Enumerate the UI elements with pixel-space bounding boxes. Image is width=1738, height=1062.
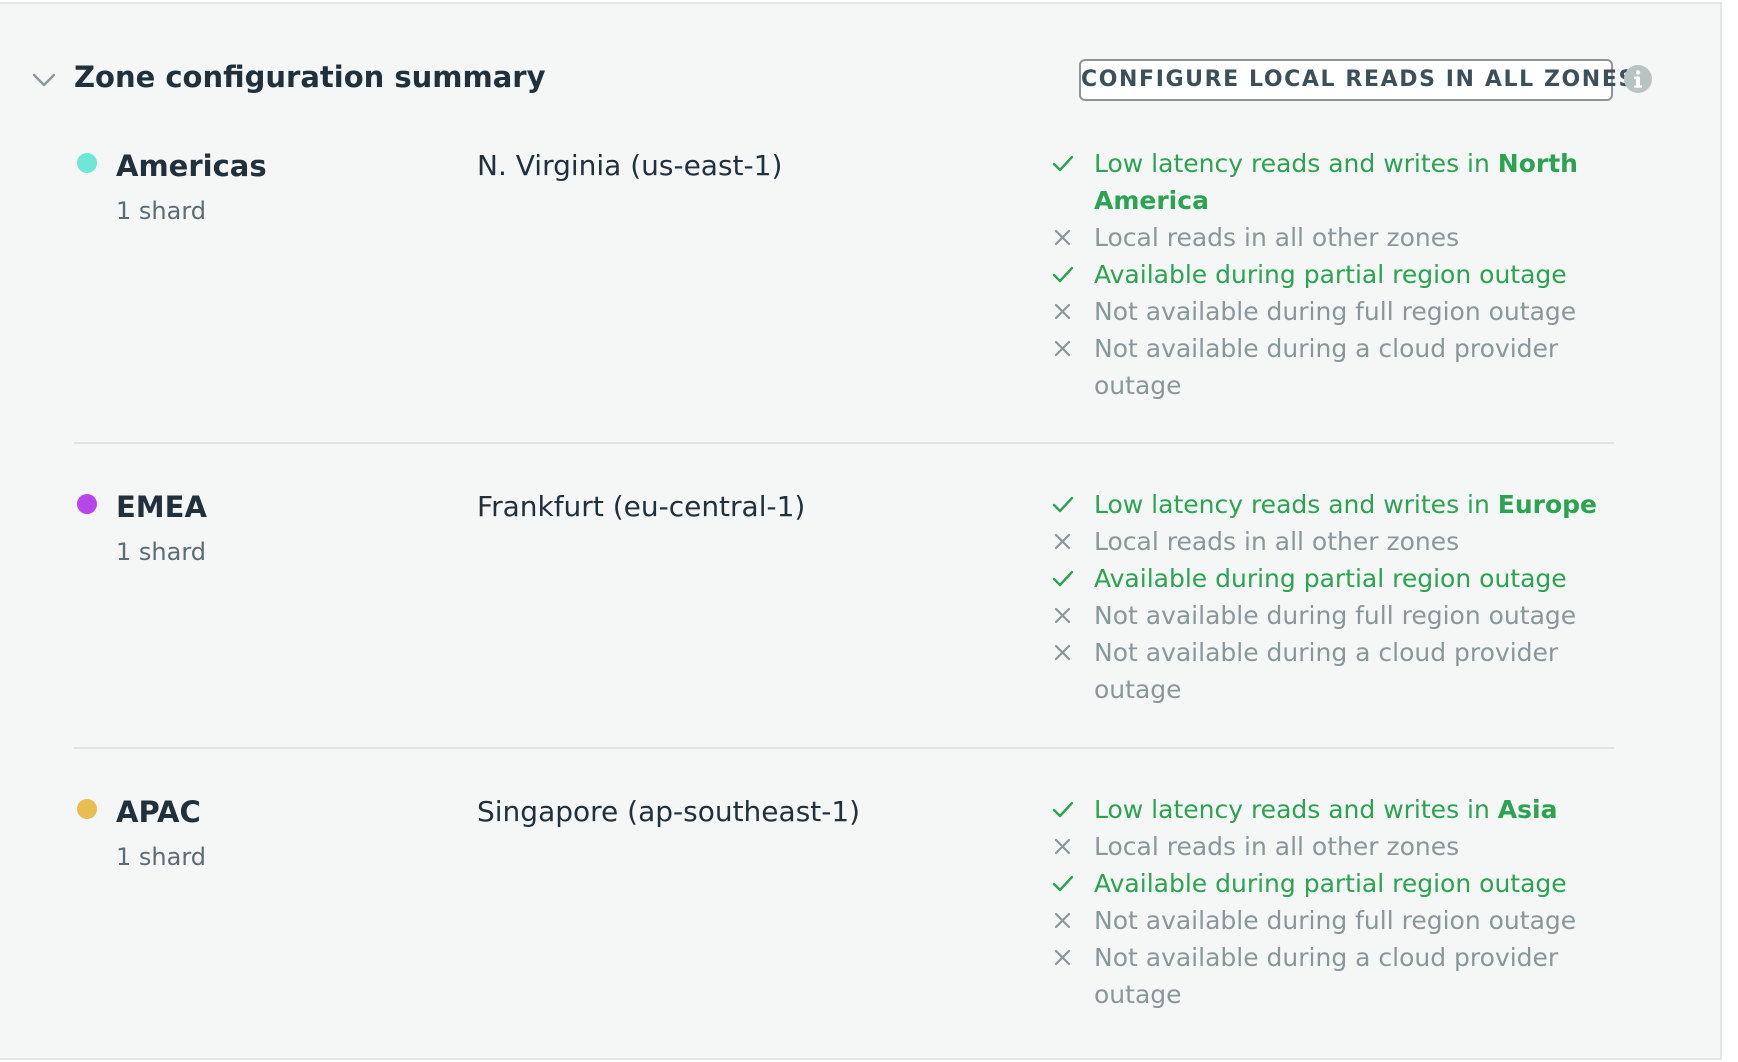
zone-name: APAC — [116, 795, 201, 829]
feature-item: Low latency reads and writes in Asia — [1050, 791, 1610, 828]
x-icon — [1054, 340, 1071, 357]
zone-summary-panel: Zone configuration summary CONFIGURE LOC… — [0, 2, 1722, 1060]
feature-text: Not available during a cloud provider ou… — [1094, 943, 1559, 1009]
zone-feature-list: Low latency reads and writes in Asia Loca… — [1050, 791, 1610, 1013]
x-icon — [1054, 533, 1071, 550]
chevron-down-icon[interactable] — [30, 66, 58, 94]
check-icon — [1052, 801, 1074, 818]
zone-region: Frankfurt (eu-central-1) — [477, 490, 806, 523]
feature-text: Not available during a cloud provider ou… — [1094, 334, 1559, 400]
feature-item: Not available during full region outage — [1050, 902, 1610, 939]
configure-local-reads-button[interactable]: CONFIGURE LOCAL READS IN ALL ZONES — [1079, 59, 1634, 101]
x-icon — [1054, 912, 1071, 929]
zone-feature-list: Low latency reads and writes in Europe Lo… — [1050, 486, 1610, 708]
feature-text: Available during partial region outage — [1094, 564, 1567, 593]
section-title: Zone configuration summary — [74, 60, 546, 94]
feature-item: Not available during a cloud provider ou… — [1050, 330, 1610, 404]
feature-item: Not available during full region outage — [1050, 597, 1610, 634]
feature-item: Low latency reads and writes in Europe — [1050, 486, 1610, 523]
x-icon — [1054, 303, 1071, 320]
zone-divider — [74, 747, 1614, 749]
zone-divider — [74, 442, 1614, 444]
zone-feature-list: Low latency reads and writes in North Am… — [1050, 145, 1610, 404]
check-icon — [1052, 496, 1074, 513]
feature-item: Available during partial region outage — [1050, 256, 1610, 293]
feature-item: Low latency reads and writes in North Am… — [1050, 145, 1610, 219]
zone-color-dot — [77, 494, 97, 514]
x-icon — [1054, 838, 1071, 855]
x-icon — [1054, 607, 1071, 624]
zone-shard-count: 1 shard — [116, 538, 206, 566]
feature-highlight: Asia — [1497, 795, 1558, 824]
zone-name: Americas — [116, 149, 267, 183]
feature-text: Available during partial region outage — [1094, 869, 1567, 898]
feature-item: Not available during full region outage — [1050, 293, 1610, 330]
feature-text: Not available during full region outage — [1094, 297, 1577, 326]
feature-item: Not available during a cloud provider ou… — [1050, 634, 1610, 708]
feature-item: Local reads in all other zones — [1050, 523, 1610, 560]
feature-text: Not available during full region outage — [1094, 601, 1577, 630]
x-icon — [1054, 644, 1071, 661]
check-icon — [1052, 875, 1074, 892]
feature-text: Local reads in all other zones — [1094, 223, 1460, 252]
feature-item: Available during partial region outage — [1050, 560, 1610, 597]
feature-text: Low latency reads and writes in — [1094, 795, 1498, 824]
feature-item: Local reads in all other zones — [1050, 828, 1610, 865]
zone-color-dot — [77, 153, 97, 173]
feature-item: Available during partial region outage — [1050, 865, 1610, 902]
zone-name: EMEA — [116, 490, 207, 524]
feature-item: Not available during a cloud provider ou… — [1050, 939, 1610, 1013]
check-icon — [1052, 155, 1074, 172]
feature-text: Not available during a cloud provider ou… — [1094, 638, 1559, 704]
check-icon — [1052, 266, 1074, 283]
feature-text: Not available during full region outage — [1094, 906, 1577, 935]
zone-color-dot — [77, 799, 97, 819]
check-icon — [1052, 570, 1074, 587]
feature-text: Local reads in all other zones — [1094, 527, 1460, 556]
feature-text: Low latency reads and writes in — [1094, 490, 1498, 519]
feature-highlight: Europe — [1497, 490, 1598, 519]
feature-text: Available during partial region outage — [1094, 260, 1567, 289]
feature-text: Low latency reads and writes in — [1094, 149, 1498, 178]
feature-text: Local reads in all other zones — [1094, 832, 1460, 861]
x-icon — [1054, 949, 1071, 966]
zone-region: Singapore (ap-southeast-1) — [477, 795, 861, 828]
info-icon[interactable] — [1623, 64, 1653, 94]
zone-shard-count: 1 shard — [116, 197, 206, 225]
zone-shard-count: 1 shard — [116, 843, 206, 871]
x-icon — [1054, 229, 1071, 246]
panel-header: Zone configuration summary CONFIGURE LOC… — [0, 4, 1720, 154]
feature-item: Local reads in all other zones — [1050, 219, 1610, 256]
zone-region: N. Virginia (us-east-1) — [477, 149, 783, 182]
